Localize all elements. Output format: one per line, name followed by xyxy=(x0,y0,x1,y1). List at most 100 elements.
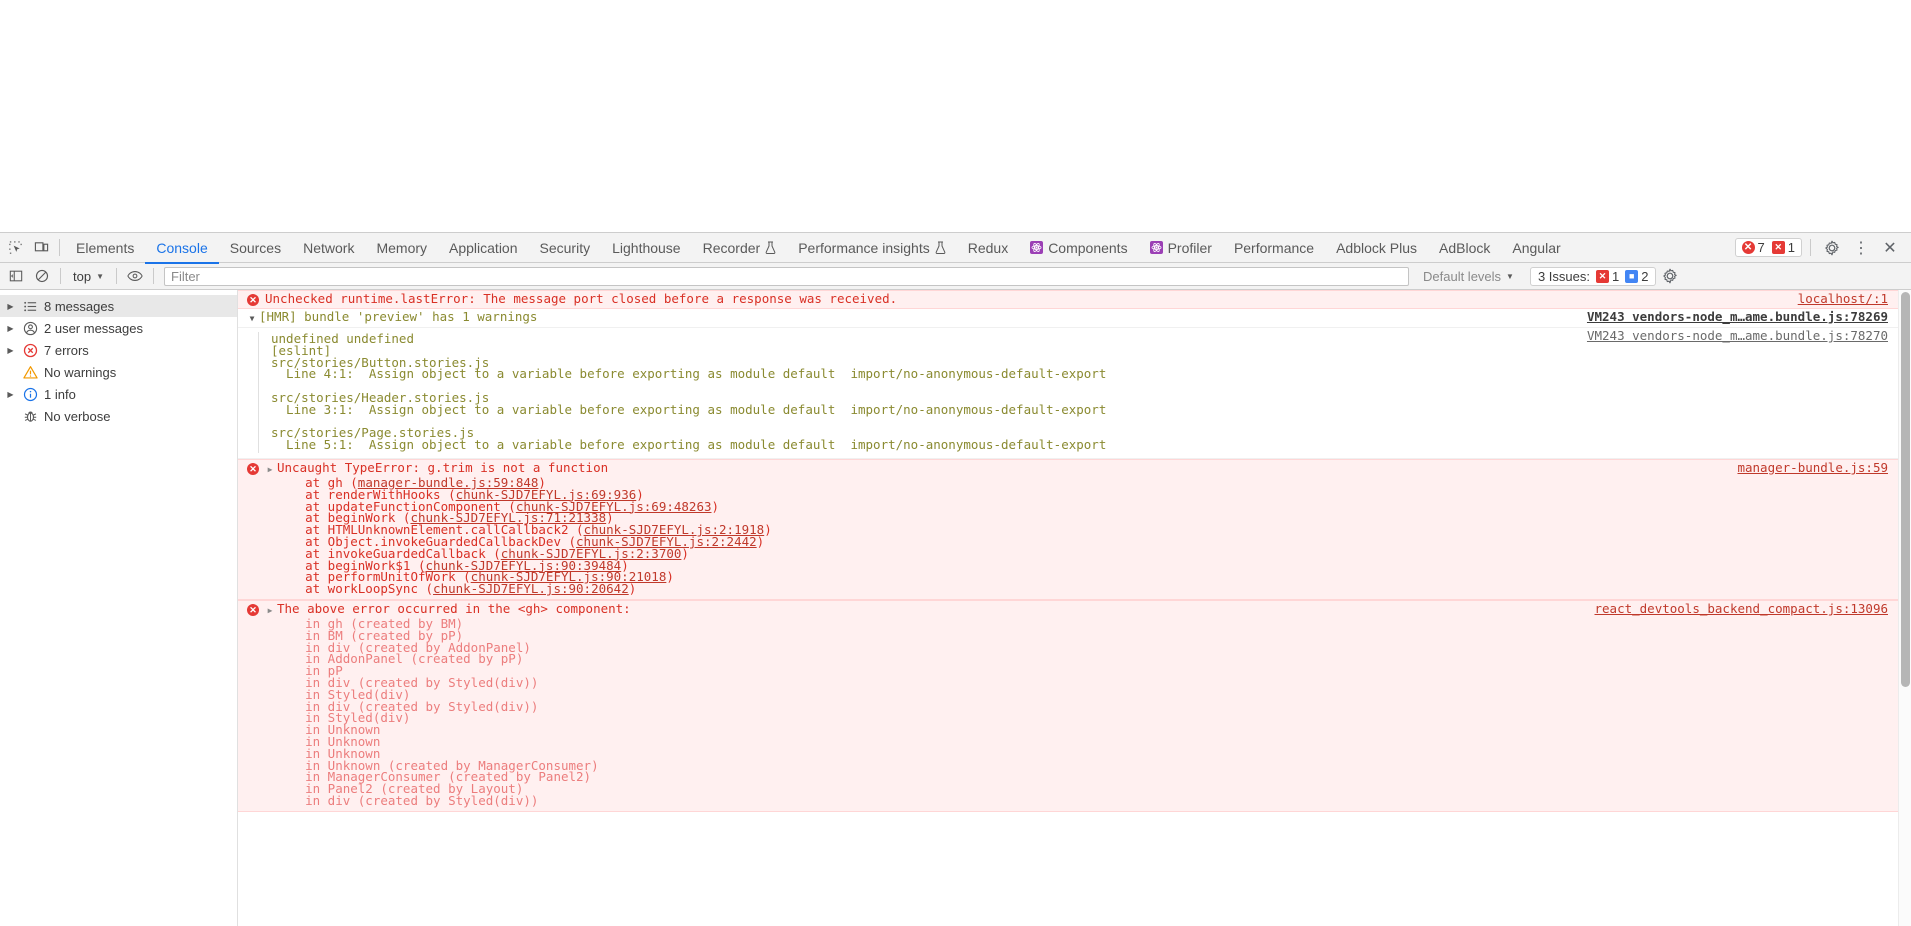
tab-label: Angular xyxy=(1512,239,1561,256)
tab-label: Adblock Plus xyxy=(1336,239,1418,256)
error-stack-trace: at gh (manager-bundle.js:59:848) at rend… xyxy=(275,474,772,597)
toolbar-divider xyxy=(116,268,117,284)
toolbar-divider xyxy=(60,268,61,284)
sidebar-item-label: 2 user messages xyxy=(44,320,143,336)
error-circle-icon: ✕ xyxy=(247,603,259,616)
gear-icon[interactable] xyxy=(1819,235,1845,261)
chevron-right-icon[interactable]: ▶ xyxy=(4,346,17,355)
console-settings-gear-icon[interactable] xyxy=(1658,265,1682,288)
chevron-down-icon: ▼ xyxy=(96,271,104,281)
tab-redux[interactable]: Redux xyxy=(957,234,1019,264)
tab-application[interactable]: Application xyxy=(438,234,529,264)
console-message-source-link[interactable]: VM243 vendors-node_m…ame.bundle.js:78270 xyxy=(1587,329,1888,342)
tab-label: Memory xyxy=(376,239,428,256)
tab-console[interactable]: Console xyxy=(145,234,219,264)
issue-square-icon: ✕ xyxy=(1771,241,1785,254)
inspect-cursor-icon[interactable] xyxy=(2,235,28,261)
issues-summary-button[interactable]: 3 Issues: ✕ 1 ■ 2 xyxy=(1529,266,1657,286)
toolbar-divider xyxy=(153,268,154,284)
chevron-right-icon[interactable]: ▶ xyxy=(4,302,17,311)
devtools-tabbar: Elements Console Sources Network Memory … xyxy=(0,233,1911,264)
tab-label: Sources xyxy=(229,239,282,256)
tab-label: Profiler xyxy=(1167,239,1212,256)
console-message-source-link[interactable]: localhost/:1 xyxy=(1798,292,1888,305)
issues-error-count: 1 xyxy=(1612,268,1620,284)
more-vertical-icon[interactable]: ⋮ xyxy=(1848,235,1874,261)
log-levels-selector[interactable]: Default levels ▼ xyxy=(1417,269,1520,284)
tab-adblock-plus[interactable]: Adblock Plus xyxy=(1325,234,1428,264)
info-circle-icon xyxy=(22,386,39,403)
console-vertical-scrollbar[interactable] xyxy=(1898,290,1911,926)
close-icon[interactable]: ✕ xyxy=(1877,235,1903,261)
tab-profiler[interactable]: Profiler xyxy=(1139,234,1223,264)
error-warning-badges[interactable]: ✕ 7 ✕ 1 xyxy=(1734,238,1802,257)
disclosure-triangle-icon[interactable]: ▶ xyxy=(265,464,275,476)
warning-count-value: 1 xyxy=(1787,240,1795,255)
react-logo-icon xyxy=(1149,241,1163,254)
panel-tabs: Elements Console Sources Network Memory … xyxy=(65,233,1572,264)
user-icon xyxy=(22,320,39,337)
tab-angular[interactable]: Angular xyxy=(1501,234,1571,264)
tab-memory[interactable]: Memory xyxy=(365,234,438,264)
chevron-right-icon[interactable]: ▶ xyxy=(4,324,17,333)
disclosure-triangle-icon[interactable]: ▶ xyxy=(265,605,275,617)
console-message-text: Unchecked runtime.lastError: The message… xyxy=(265,291,898,306)
console-message-type-error[interactable]: ✕ ▶ Uncaught TypeError: g.trim is not a … xyxy=(238,458,1898,600)
tab-label: Elements xyxy=(76,239,135,256)
tab-adblock[interactable]: AdBlock xyxy=(1428,234,1501,264)
tab-label: Performance xyxy=(1233,239,1315,256)
device-toolbar-icon[interactable] xyxy=(28,235,54,261)
console-message-component-stack-error[interactable]: ✕ ▶ The above error occurred in the <gh>… xyxy=(238,599,1898,812)
tab-label: Lighthouse xyxy=(612,239,681,256)
execution-context-selector[interactable]: top ▼ xyxy=(67,267,110,286)
tab-sources[interactable]: Sources xyxy=(219,234,292,264)
tab-elements[interactable]: Elements xyxy=(65,234,145,264)
error-count-badge: ✕ 7 xyxy=(1741,240,1765,255)
issues-error-badge: ✕ 1 xyxy=(1596,269,1619,284)
warning-count-badge: ✕ 1 xyxy=(1771,240,1795,255)
tab-label: Recorder xyxy=(702,239,761,256)
sidebar-item-label: 8 messages xyxy=(44,298,115,314)
tab-security[interactable]: Security xyxy=(529,234,602,264)
react-component-stack: in gh (created by BM) in BM (created by … xyxy=(305,615,599,808)
stack-frame-link[interactable]: chunk-SJD7EFYL.js:71:21338 xyxy=(410,510,606,525)
console-message-source-link[interactable]: manager-bundle.js:59 xyxy=(1737,461,1888,474)
tab-network[interactable]: Network xyxy=(292,234,365,264)
sidebar-item-label: No warnings xyxy=(44,364,117,380)
sidebar-item-verbose[interactable]: ▶ No verbose xyxy=(0,405,237,427)
console-message-eslint-detail[interactable]: undefined undefined [eslint] src/stories… xyxy=(238,328,1898,459)
stack-frame-link[interactable]: chunk-SJD7EFYL.js:90:20642 xyxy=(433,581,629,596)
error-circle-icon: ✕ xyxy=(247,294,259,306)
sidebar-item-messages[interactable]: ▶ 8 messages xyxy=(0,295,237,317)
chevron-right-icon[interactable]: ▶ xyxy=(4,390,17,399)
disclosure-triangle-open-icon[interactable]: ▼ xyxy=(247,313,257,325)
tab-label: Network xyxy=(303,239,355,256)
warning-triangle-icon xyxy=(22,364,39,381)
console-log-pane: ✕ Unchecked runtime.lastError: The messa… xyxy=(238,290,1911,926)
console-message-hmr-group[interactable]: ▼ [HMR] bundle 'preview' has 1 warnings … xyxy=(238,309,1898,328)
sidebar-item-user-messages[interactable]: ▶ 2 user messages xyxy=(0,317,237,339)
tab-performance-insights[interactable]: Performance insights xyxy=(787,234,957,264)
console-message-runtime-error[interactable]: ✕ Unchecked runtime.lastError: The messa… xyxy=(238,290,1898,309)
react-logo-icon xyxy=(1030,241,1044,254)
filter-input[interactable] xyxy=(164,266,1409,286)
console-message-text: Uncaught TypeError: g.trim is not a func… xyxy=(277,459,609,475)
issues-info-count: 2 xyxy=(1641,268,1649,284)
tab-lighthouse[interactable]: Lighthouse xyxy=(601,234,692,264)
show-console-sidebar-icon[interactable] xyxy=(4,265,28,288)
error-circle-icon xyxy=(22,342,39,359)
live-expression-icon[interactable] xyxy=(123,265,147,288)
console-message-source-link[interactable]: react_devtools_backend_compact.js:13096 xyxy=(1595,602,1889,615)
sidebar-item-errors[interactable]: ▶ 7 errors xyxy=(0,339,237,361)
tab-recorder[interactable]: Recorder xyxy=(692,234,788,264)
clear-console-icon[interactable] xyxy=(30,265,54,288)
tab-components[interactable]: Components xyxy=(1019,234,1138,264)
log-levels-label: Default levels xyxy=(1423,268,1502,284)
console-message-source-link[interactable]: VM243 vendors-node_m…ame.bundle.js:78269 xyxy=(1587,310,1888,323)
issues-info-badge: ■ 2 xyxy=(1625,269,1648,284)
page-viewport xyxy=(0,0,1911,232)
tab-performance[interactable]: Performance xyxy=(1223,234,1325,264)
scrollbar-thumb[interactable] xyxy=(1901,292,1910,687)
sidebar-item-warnings[interactable]: ▶ No warnings xyxy=(0,361,237,383)
sidebar-item-info[interactable]: ▶ 1 info xyxy=(0,383,237,405)
